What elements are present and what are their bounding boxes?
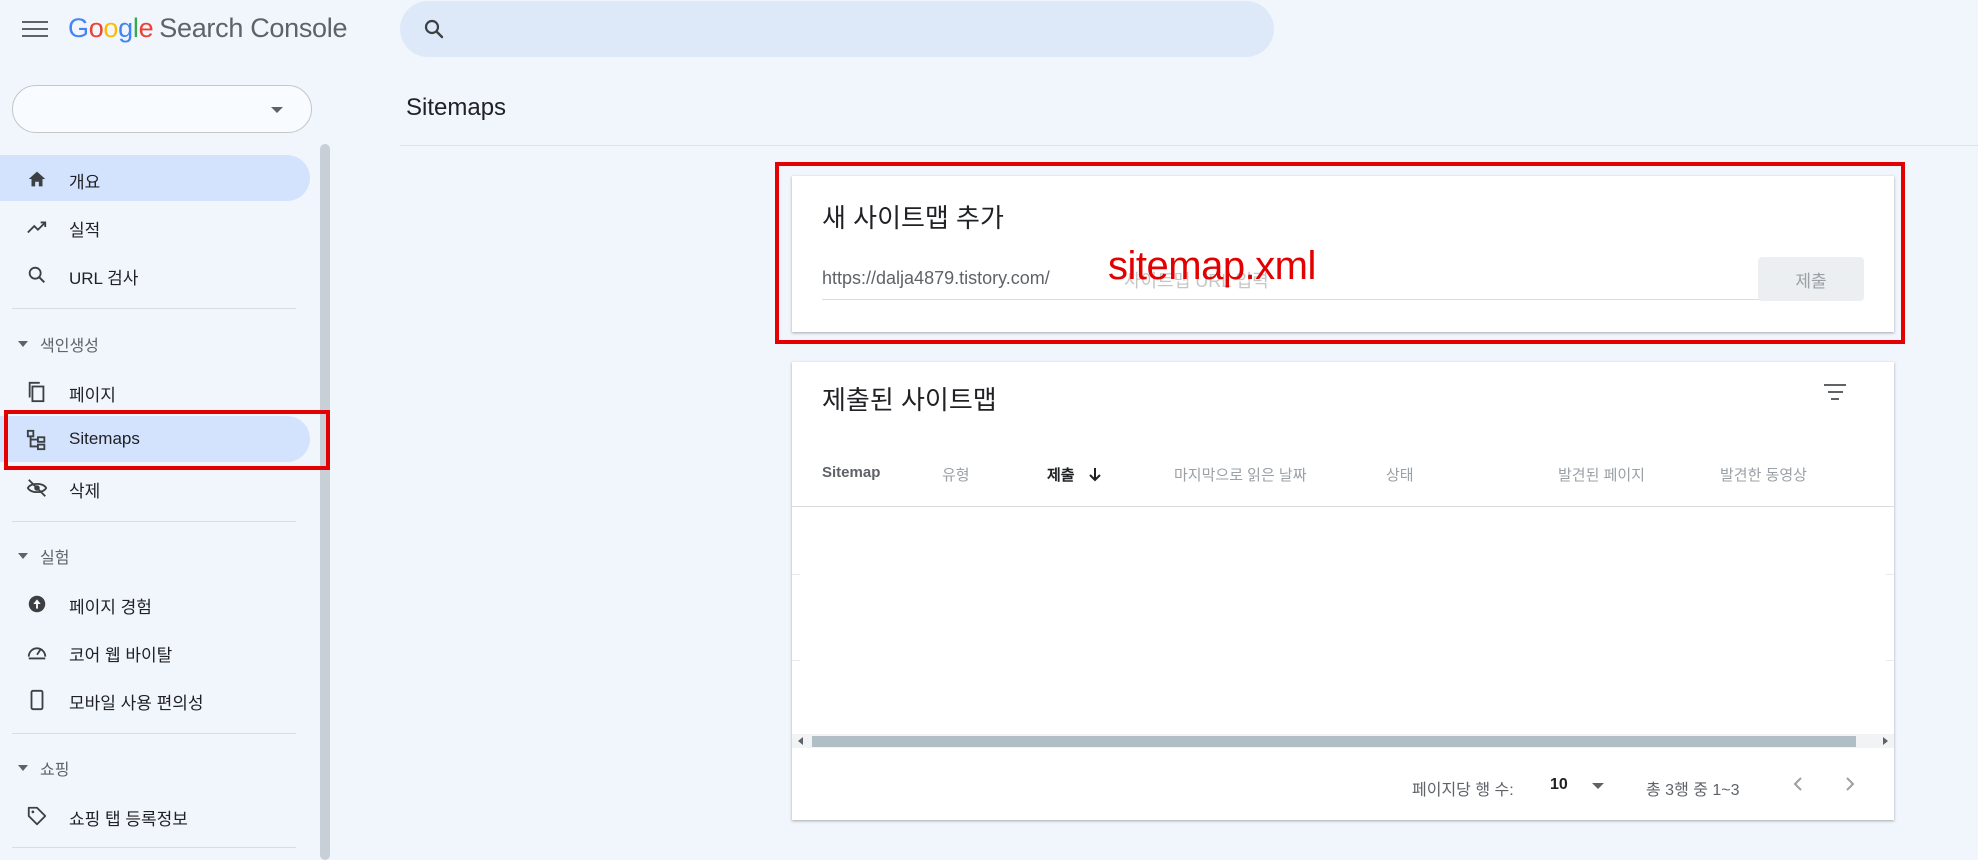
sidebar-divider: [12, 847, 296, 848]
pagination-range: 총 3행 중 1~3: [1646, 782, 1740, 799]
column-header-status[interactable]: 상태: [1386, 464, 1414, 485]
pages-icon: [28, 381, 45, 403]
section-indexing[interactable]: 색인생성: [18, 332, 99, 356]
sidebar-item-removals[interactable]: 삭제: [0, 464, 310, 510]
sidebar-divider: [12, 733, 296, 734]
title-divider: [400, 145, 1978, 146]
rows-per-page-select[interactable]: 10: [1550, 772, 1608, 798]
chevron-down-icon: [1592, 783, 1604, 789]
section-shopping[interactable]: 쇼핑: [18, 756, 69, 780]
previous-page-button[interactable]: [1784, 770, 1812, 798]
menu-icon[interactable]: [22, 18, 48, 38]
table-row-divider: [1886, 660, 1894, 661]
column-header-discovered-videos[interactable]: 발견한 동영상: [1720, 464, 1807, 485]
arrow-down-icon: [1089, 468, 1101, 482]
section-experience[interactable]: 실험: [18, 544, 69, 568]
horizontal-scrollbar[interactable]: [792, 734, 1894, 748]
collapse-triangle-icon: [18, 341, 28, 347]
column-header-submitted[interactable]: 제출: [1047, 464, 1103, 485]
column-header-sitemap[interactable]: Sitemap: [822, 464, 880, 481]
home-icon: [28, 171, 46, 187]
chevron-left-icon: [1793, 777, 1802, 791]
search-icon: [28, 266, 46, 284]
eye-off-icon: [26, 479, 48, 497]
sidebar-item-mobile-usability[interactable]: 모바일 사용 편의성: [0, 676, 310, 722]
product-name: Search Console: [159, 13, 348, 43]
property-selector[interactable]: [12, 85, 312, 133]
column-header-last-read[interactable]: 마지막으로 읽은 날짜: [1174, 464, 1307, 485]
sidebar-item-performance[interactable]: 실적: [0, 203, 310, 249]
column-header-discovered-pages[interactable]: 발견된 페이지: [1558, 464, 1645, 485]
search-input[interactable]: [400, 1, 1274, 57]
plus-circle-icon: [28, 595, 46, 613]
scroll-left-icon[interactable]: [798, 737, 803, 745]
sidebar-item-url-inspection[interactable]: URL 검사: [0, 251, 310, 297]
tag-icon: [27, 806, 47, 826]
trending-up-icon: [27, 221, 47, 234]
search-icon: [424, 19, 444, 39]
column-header-type[interactable]: 유형: [942, 464, 970, 485]
sidebar-divider: [12, 521, 296, 522]
chevron-down-icon: [271, 107, 283, 113]
sidebar-scrollbar[interactable]: [320, 144, 330, 860]
phone-icon: [30, 689, 44, 711]
top-bar: Google Search Console: [0, 0, 1978, 62]
sidebar-item-overview[interactable]: 개요: [0, 155, 310, 201]
collapse-triangle-icon: [18, 553, 28, 559]
sidebar-divider: [12, 308, 296, 309]
highlight-box-sitemaps: [4, 410, 330, 470]
table-row-divider: [792, 660, 800, 661]
chevron-right-icon: [1846, 777, 1855, 791]
sidebar-item-shopping-tab[interactable]: 쇼핑 탭 등록정보: [0, 792, 310, 838]
page-title: Sitemaps: [406, 94, 507, 121]
sidebar-item-core-web-vitals[interactable]: 코어 웹 바이탈: [0, 628, 310, 674]
sidebar-item-pages[interactable]: 페이지: [0, 368, 310, 414]
next-page-button[interactable]: [1836, 770, 1864, 798]
scrollbar-thumb[interactable]: [812, 736, 1856, 747]
rows-per-page-label: 페이지당 행 수:: [1412, 782, 1514, 799]
collapse-triangle-icon: [18, 765, 28, 771]
scroll-right-icon[interactable]: [1883, 737, 1888, 745]
table-row-divider: [792, 574, 800, 575]
table-row-divider: [1886, 574, 1894, 575]
submitted-sitemaps-card: 제출된 사이트맵 Sitemap 유형 제출 마지막으로 읽은 날짜 상태 발견…: [792, 362, 1894, 820]
table-header-divider: [792, 506, 1894, 507]
gauge-icon: [27, 647, 47, 660]
sidebar-item-page-experience[interactable]: 페이지 경험: [0, 580, 310, 626]
filter-icon[interactable]: [1822, 384, 1848, 406]
highlight-box-add-sitemap: [775, 162, 1905, 344]
submitted-sitemaps-title: 제출된 사이트맵: [822, 385, 997, 415]
google-search-console-logo[interactable]: Google Search Console: [68, 13, 348, 44]
